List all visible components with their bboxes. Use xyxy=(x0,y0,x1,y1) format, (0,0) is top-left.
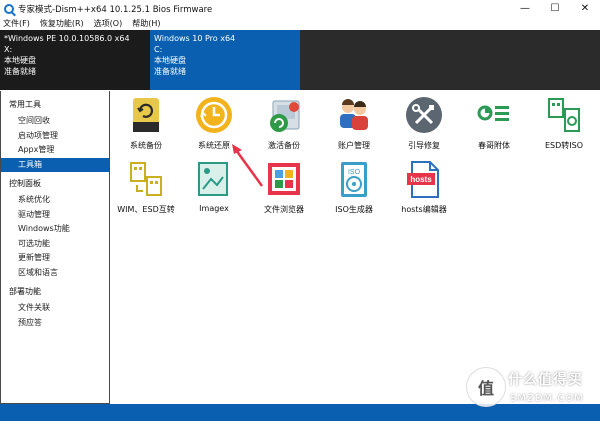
tool-label: hosts编辑器 xyxy=(401,205,447,214)
tool-imagex[interactable]: Imagex xyxy=(179,157,249,219)
tool-iso-maker[interactable]: ISO ISO生成器 xyxy=(319,157,389,219)
file-browser-icon xyxy=(263,159,305,201)
activation-backup-icon xyxy=(263,95,305,137)
image-name: Windows 10 Pro x64 xyxy=(154,34,236,43)
boot-repair-icon xyxy=(403,95,445,137)
image-status: 准备就绪 xyxy=(154,67,186,76)
minimize-button[interactable]: — xyxy=(510,0,540,17)
image-strip: *Windows PE 10.0.10586.0 x64 X: 本地硬盘 准备就… xyxy=(0,30,600,90)
tool-account-manager[interactable]: 账户管理 xyxy=(319,93,389,155)
maximize-button[interactable]: ☐ xyxy=(540,0,570,17)
image-card-pe[interactable]: *Windows PE 10.0.10586.0 x64 X: 本地硬盘 准备就… xyxy=(0,30,150,90)
tool-system-restore[interactable]: 系统还原 xyxy=(179,93,249,155)
watermark-domain: SMZDM.COM xyxy=(510,393,584,404)
sidebar-item-region-language[interactable]: 区域和语言 xyxy=(1,266,109,281)
image-type: 本地硬盘 xyxy=(4,56,36,65)
tool-label: Imagex xyxy=(199,204,229,213)
close-button[interactable]: ✕ xyxy=(570,0,600,17)
watermark-logo-icon: 值 xyxy=(466,367,506,407)
sidebar: 常用工具 空间回收 启动项管理 Appx管理 工具箱 控制面板 系统优化 驱动管… xyxy=(0,91,110,404)
tool-label: 账户管理 xyxy=(338,141,370,150)
image-name: *Windows PE 10.0.10586.0 x64 xyxy=(4,34,130,43)
menu-file[interactable]: 文件(F) xyxy=(3,18,30,29)
image-drive: C: xyxy=(154,45,163,54)
sidebar-item-updates[interactable]: 更新管理 xyxy=(1,251,109,266)
menu-options[interactable]: 选项(O) xyxy=(94,18,123,29)
accounts-icon xyxy=(333,95,375,137)
app-logo-icon xyxy=(4,3,14,14)
wim-esd-convert-icon xyxy=(125,159,167,201)
watermark-text: 什么值得买 xyxy=(508,372,583,388)
image-drive: X: xyxy=(4,45,13,54)
tool-file-browser[interactable]: 文件浏览器 xyxy=(249,157,319,219)
super-admin-icon xyxy=(473,95,515,137)
tool-esd-to-iso[interactable]: ESD转ISO xyxy=(529,93,599,155)
menu-restore[interactable]: 恢复功能(R) xyxy=(40,18,84,29)
iso-badge-text: ISO xyxy=(348,169,361,176)
sidebar-item-answer-file[interactable]: 预应答 xyxy=(1,316,109,331)
title-bar: 专家模式-Dism++x64 10.1.25.1 Bios Firmware —… xyxy=(0,0,600,17)
sidebar-group-control-panel[interactable]: 控制面板 xyxy=(1,175,109,193)
tool-label: WIM、ESD互转 xyxy=(117,205,175,214)
tool-label: 文件浏览器 xyxy=(264,205,304,214)
tool-boot-repair[interactable]: 引导修复 xyxy=(389,93,459,155)
toolbox-panel: 系统备份 系统还原 激活备份 账户管理 引导修复 春哥附体 ESD转ISO WI… xyxy=(111,91,600,404)
image-type: 本地硬盘 xyxy=(154,56,186,65)
tool-label: 引导修复 xyxy=(408,141,440,150)
tool-activation-backup[interactable]: 激活备份 xyxy=(249,93,319,155)
hosts-editor-icon: hosts xyxy=(403,159,445,201)
window-title: 专家模式-Dism++x64 10.1.25.1 Bios Firmware xyxy=(18,4,213,15)
sidebar-item-space-recovery[interactable]: 空间回收 xyxy=(1,114,109,129)
tool-label: 系统备份 xyxy=(130,141,162,150)
sidebar-item-startup[interactable]: 启动项管理 xyxy=(1,129,109,144)
sidebar-item-toolbox[interactable]: 工具箱 xyxy=(1,157,109,172)
sidebar-item-appx[interactable]: Appx管理 xyxy=(1,143,109,158)
restore-clock-icon xyxy=(193,95,235,137)
menu-bar: 文件(F) 恢复功能(R) 选项(O) 帮助(H) xyxy=(0,17,600,30)
tool-label: 激活备份 xyxy=(268,141,300,150)
hosts-badge-text: hosts xyxy=(410,175,432,184)
image-card-win10[interactable]: Windows 10 Pro x64 C: 本地硬盘 准备就绪 xyxy=(150,30,300,90)
sidebar-item-drivers[interactable]: 驱动管理 xyxy=(1,208,109,223)
sidebar-item-optimize[interactable]: 系统优化 xyxy=(1,193,109,208)
backup-drive-icon xyxy=(125,95,167,137)
sidebar-item-optional-features[interactable]: 可选功能 xyxy=(1,237,109,252)
imagex-icon xyxy=(193,159,235,201)
tool-label: 春哥附体 xyxy=(478,141,510,150)
menu-help[interactable]: 帮助(H) xyxy=(132,18,160,29)
window-controls: — ☐ ✕ xyxy=(510,0,600,17)
tool-label: 系统还原 xyxy=(198,141,230,150)
sidebar-item-windows-features[interactable]: Windows功能 xyxy=(1,222,109,237)
tool-system-backup[interactable]: 系统备份 xyxy=(111,93,181,155)
sidebar-group-common-tools[interactable]: 常用工具 xyxy=(1,96,109,114)
tool-label: ISO生成器 xyxy=(335,205,373,214)
tool-hosts-editor[interactable]: hosts hosts编辑器 xyxy=(389,157,459,219)
smzdm-watermark: 值 什么值得买 SMZDM.COM xyxy=(466,367,596,417)
tool-super-admin[interactable]: 春哥附体 xyxy=(459,93,529,155)
sidebar-group-deploy[interactable]: 部署功能 xyxy=(1,283,109,301)
tool-label: ESD转ISO xyxy=(544,141,584,150)
esd-to-iso-icon xyxy=(543,95,585,137)
iso-maker-icon: ISO xyxy=(333,159,375,201)
tool-wim-esd-convert[interactable]: WIM、ESD互转 xyxy=(111,157,181,219)
image-status: 准备就绪 xyxy=(4,67,36,76)
sidebar-item-file-assoc[interactable]: 文件关联 xyxy=(1,301,109,316)
